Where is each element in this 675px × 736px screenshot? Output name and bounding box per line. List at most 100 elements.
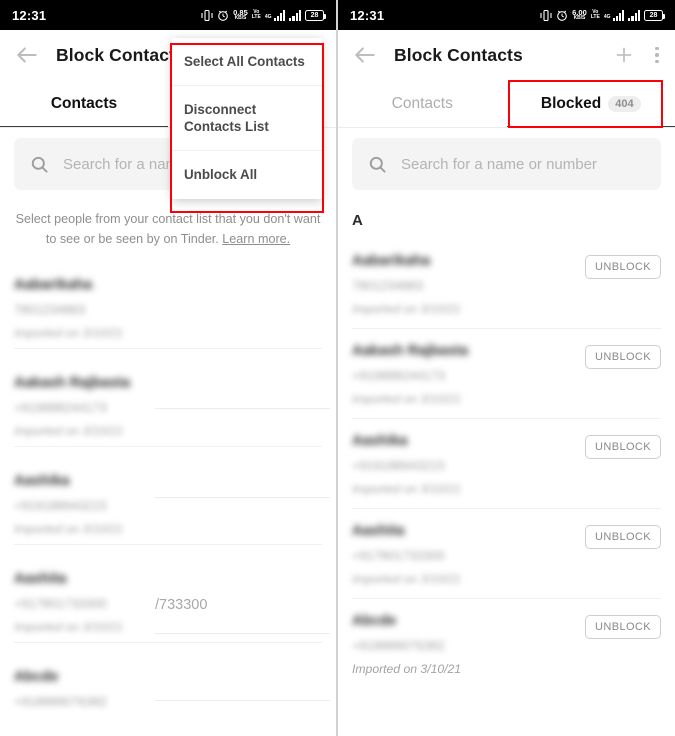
volte-icon: Vo LTE bbox=[252, 10, 261, 20]
next-section-letter-partial: Abcs bbox=[14, 721, 322, 736]
contact-name: Aashika bbox=[14, 473, 70, 490]
signal-bars-icon-1 bbox=[612, 9, 625, 21]
contact-name: Aabarikaha bbox=[352, 253, 431, 269]
menu-item-disconnect-contacts-list[interactable]: Disconnect Contacts List bbox=[172, 85, 322, 150]
battery-icon: 28 bbox=[644, 9, 665, 21]
volte-bottom-label: LTE bbox=[590, 14, 600, 20]
contact-number: +919888244173 bbox=[352, 368, 445, 383]
section-header-letter: A bbox=[352, 212, 363, 229]
list-item[interactable]: Abcde +918889076382 bbox=[14, 655, 322, 721]
right-phone-screen: 12:31 6.00 KB/S Vo LTE 4G 28 Block Conta… bbox=[338, 0, 675, 736]
unblock-button[interactable]: UNBLOCK bbox=[585, 255, 661, 279]
signal-bars-icon-1 bbox=[273, 9, 286, 21]
signal-group-1: 4G bbox=[264, 9, 286, 21]
contact-name: Abcde bbox=[352, 613, 397, 629]
overlay-rule-2 bbox=[155, 497, 330, 498]
overflow-menu: Select All Contacts Disconnect Contacts … bbox=[172, 38, 322, 199]
contact-number: +917801733300 bbox=[352, 548, 445, 563]
blocked-list: A Aabarikaha 7801234883 Imported on 3/10… bbox=[338, 190, 675, 688]
contact-name: Aakash Rajbasta bbox=[352, 343, 469, 359]
list-item[interactable]: Aakash Rajbasta +919888244173 Imported o… bbox=[14, 361, 322, 459]
signal-bars-icon-2 bbox=[289, 9, 301, 21]
contact-name: Aashita bbox=[352, 523, 405, 539]
search-input[interactable]: Search for a name or number bbox=[352, 138, 661, 190]
battery-level: 28 bbox=[310, 11, 319, 19]
tab-contacts-label: Contacts bbox=[391, 95, 453, 112]
unblock-button[interactable]: UNBLOCK bbox=[585, 435, 661, 459]
contact-number: +918889076382 bbox=[14, 694, 107, 710]
table-row[interactable]: Abcde +918889076382 Imported on 3/10/21 … bbox=[352, 598, 661, 688]
status-time: 12:31 bbox=[350, 7, 385, 23]
contact-name: Aashika bbox=[352, 433, 408, 449]
tab-divider bbox=[338, 127, 675, 128]
contact-imported-date: Imported on 3/10/21 bbox=[352, 572, 462, 586]
unblock-button[interactable]: UNBLOCK bbox=[585, 615, 661, 639]
app-bar-actions bbox=[613, 44, 661, 66]
menu-item-select-all-contacts[interactable]: Select All Contacts bbox=[172, 38, 322, 85]
battery-icon: 28 bbox=[305, 9, 326, 21]
contact-number: +919188943215 bbox=[14, 498, 107, 514]
row-divider bbox=[14, 642, 322, 644]
unblock-button[interactable]: UNBLOCK bbox=[585, 345, 661, 369]
screenshot-root: 12:31 0.85 KB/S Vo LTE 4G 28 Block Conta… bbox=[0, 0, 675, 736]
plus-icon[interactable] bbox=[613, 44, 635, 66]
list-item[interactable]: Aashika +919188943215 Imported on 3/10/2… bbox=[14, 459, 322, 557]
search-icon bbox=[31, 156, 48, 173]
kebab-menu-icon[interactable] bbox=[653, 45, 661, 66]
unblock-button[interactable]: UNBLOCK bbox=[585, 525, 661, 549]
row-divider bbox=[14, 446, 322, 448]
contact-number: +917801733300 bbox=[14, 596, 107, 612]
menu-item-unblock-all[interactable]: Unblock All bbox=[172, 150, 322, 198]
blocked-count-badge: 404 bbox=[608, 96, 641, 112]
alarm-clock-icon bbox=[218, 10, 228, 21]
table-row[interactable]: Aakash Rajbasta +919888244173 Imported o… bbox=[352, 328, 661, 418]
status-icons-left: 0.85 KB/S Vo LTE 4G 28 bbox=[201, 9, 326, 22]
search-icon bbox=[369, 156, 386, 173]
contact-name: Aashita bbox=[14, 571, 67, 588]
network-speed-indicator: 6.00 KB/S bbox=[572, 9, 587, 22]
status-bar-left: 12:31 0.85 KB/S Vo LTE 4G 28 bbox=[0, 0, 336, 30]
overlay-rule-1 bbox=[155, 408, 330, 409]
contact-number: 7801234883 bbox=[352, 278, 424, 293]
app-bar-right: Block Contacts bbox=[338, 30, 675, 80]
network-type-label: 4G bbox=[264, 13, 272, 20]
learn-more-link[interactable]: Learn more. bbox=[222, 232, 290, 246]
tab-blocked[interactable]: Blocked 404 bbox=[506, 80, 675, 128]
contact-imported-date: Imported on 3/10/21 bbox=[14, 522, 124, 537]
network-type-label: 4G bbox=[603, 13, 611, 20]
table-row[interactable]: Aashika +919188943215 Imported on 3/10/2… bbox=[352, 418, 661, 508]
page-title: Block Contacts bbox=[56, 44, 185, 65]
contact-name: Aabarikaha bbox=[14, 277, 93, 294]
contact-imported-date: Imported on 3/10/21 bbox=[14, 620, 124, 635]
tab-contacts[interactable]: Contacts bbox=[338, 80, 507, 128]
contact-number: +919888244173 bbox=[14, 400, 107, 416]
contact-imported-date: Imported on 3/10/21 bbox=[14, 326, 124, 341]
partial-number-overlay: /733300 bbox=[155, 597, 208, 613]
vibrate-icon bbox=[201, 9, 213, 21]
page-title: Block Contacts bbox=[394, 44, 523, 65]
menu-item-label: Select All Contacts bbox=[184, 54, 305, 69]
contact-number: +918889076382 bbox=[352, 638, 445, 653]
back-arrow-icon[interactable] bbox=[352, 42, 378, 68]
list-item[interactable]: Aabarikaha 7801234883 Imported on 3/10/2… bbox=[14, 263, 322, 361]
network-speed-indicator: 0.85 KB/S bbox=[233, 9, 248, 22]
contact-imported-date: Imported on 3/10/21 bbox=[352, 302, 462, 316]
contact-name: Aakash Rajbasta bbox=[14, 375, 131, 392]
volte-icon: Vo LTE bbox=[591, 10, 600, 20]
contact-imported-date: Imported on 3/10/21 bbox=[14, 424, 124, 439]
contacts-list-left: Aabarikaha 7801234883 Imported on 3/10/2… bbox=[0, 263, 336, 736]
tab-contacts[interactable]: Contacts bbox=[0, 80, 168, 128]
contact-imported-date: Imported on 3/10/21 bbox=[352, 662, 462, 676]
vibrate-icon bbox=[540, 9, 552, 21]
back-arrow-icon[interactable] bbox=[14, 42, 40, 68]
menu-item-label: Unblock All bbox=[184, 167, 258, 183]
contact-imported-date: Imported on 3/10/21 bbox=[352, 392, 462, 406]
overlay-rule-3 bbox=[155, 633, 330, 634]
menu-item-label: Disconnect Contacts List bbox=[184, 102, 269, 135]
table-row[interactable]: Aabarikaha 7801234883 Imported on 3/10/2… bbox=[352, 239, 661, 328]
status-time: 12:31 bbox=[12, 7, 47, 23]
contact-number: +919188943215 bbox=[352, 458, 445, 473]
table-row[interactable]: Aashita +917801733300 Imported on 3/10/2… bbox=[352, 508, 661, 598]
network-speed-unit: KB/S bbox=[573, 15, 586, 22]
battery-level: 28 bbox=[649, 11, 658, 19]
